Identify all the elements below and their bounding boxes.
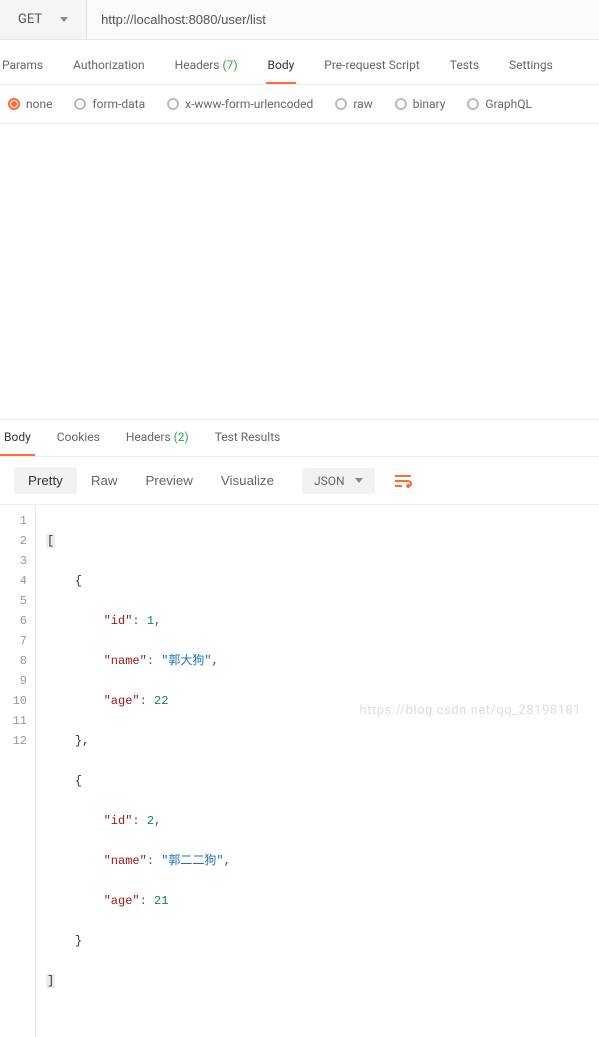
line-gutter: 1 2 3 4 5 6 7 8 9 10 11 12	[0, 505, 36, 1037]
line-number: 10	[0, 691, 27, 711]
tab-body[interactable]: Body	[266, 52, 297, 84]
view-raw-button[interactable]: Raw	[77, 467, 132, 494]
json-open-bracket: [	[46, 534, 55, 548]
tab-settings[interactable]: Settings	[507, 52, 555, 84]
radio-xwww-label: x-www-form-urlencoded	[185, 97, 313, 111]
url-bar: GET	[0, 0, 599, 40]
line-number: 6	[0, 611, 27, 631]
line-number: 2	[0, 531, 27, 551]
radio-icon	[335, 98, 347, 110]
radio-icon	[74, 98, 86, 110]
line-number: 9	[0, 671, 27, 691]
line-number: 12	[0, 731, 27, 751]
wrap-lines-icon	[394, 474, 412, 488]
radio-icon	[8, 98, 20, 110]
caret-down-icon	[355, 478, 363, 483]
resp-tab-headers[interactable]: Headers (2)	[122, 420, 193, 456]
caret-down-icon	[60, 17, 68, 22]
http-method-value: GET	[18, 12, 42, 27]
tab-headers-label: Headers	[175, 58, 220, 72]
json-close-bracket: ]	[46, 974, 55, 988]
radio-xwww[interactable]: x-www-form-urlencoded	[167, 97, 313, 111]
url-input[interactable]	[87, 0, 599, 39]
body-type-radios: none form-data x-www-form-urlencoded raw…	[0, 85, 599, 124]
tab-tests[interactable]: Tests	[448, 52, 481, 84]
tab-prerequest[interactable]: Pre-request Script	[322, 52, 421, 84]
line-number: 4	[0, 571, 27, 591]
format-value: JSON	[314, 474, 345, 488]
radio-none[interactable]: none	[8, 97, 52, 111]
format-select[interactable]: JSON	[302, 468, 375, 494]
radio-form-data[interactable]: form-data	[74, 97, 145, 111]
http-method-select[interactable]: GET	[0, 0, 87, 39]
line-number: 1	[0, 511, 27, 531]
radio-none-label: none	[26, 97, 52, 111]
view-pretty-button[interactable]: Pretty	[14, 467, 77, 494]
resp-tab-body[interactable]: Body	[0, 420, 35, 456]
line-number: 3	[0, 551, 27, 571]
wrap-lines-button[interactable]	[389, 468, 417, 494]
line-number: 11	[0, 711, 27, 731]
response-body-viewer[interactable]: 1 2 3 4 5 6 7 8 9 10 11 12 [ { "id": 1, …	[0, 504, 599, 1037]
tab-headers-count: (7)	[222, 58, 237, 72]
resp-tab-headers-label: Headers	[126, 430, 171, 444]
resp-tab-test-results[interactable]: Test Results	[211, 420, 285, 456]
tab-authorization[interactable]: Authorization	[71, 52, 147, 84]
response-view-controls: Pretty Raw Preview Visualize JSON	[0, 457, 599, 504]
request-tabs: Params Authorization Headers (7) Body Pr…	[0, 40, 599, 85]
tab-params[interactable]: Params	[0, 52, 45, 84]
radio-raw-label: raw	[353, 97, 372, 111]
radio-raw[interactable]: raw	[335, 97, 372, 111]
view-preview-button[interactable]: Preview	[131, 467, 206, 494]
radio-icon	[395, 98, 407, 110]
resp-tab-cookies[interactable]: Cookies	[53, 420, 104, 456]
radio-graphql[interactable]: GraphQL	[467, 97, 532, 111]
radio-graphql-label: GraphQL	[485, 97, 532, 111]
radio-binary-label: binary	[413, 97, 446, 111]
resp-tab-headers-count: (2)	[174, 430, 189, 444]
view-visualize-button[interactable]: Visualize	[207, 467, 288, 494]
line-number: 7	[0, 631, 27, 651]
radio-icon	[467, 98, 479, 110]
request-body-area	[0, 124, 599, 419]
radio-form-data-label: form-data	[92, 97, 145, 111]
code-lines: [ { "id": 1, "name": "郭大狗", "age": 22 },…	[36, 505, 599, 1037]
response-tabs: Body Cookies Headers (2) Test Results	[0, 419, 599, 457]
line-number: 8	[0, 651, 27, 671]
radio-icon	[167, 98, 179, 110]
radio-binary[interactable]: binary	[395, 97, 446, 111]
line-number: 5	[0, 591, 27, 611]
tab-headers[interactable]: Headers (7)	[173, 52, 240, 84]
